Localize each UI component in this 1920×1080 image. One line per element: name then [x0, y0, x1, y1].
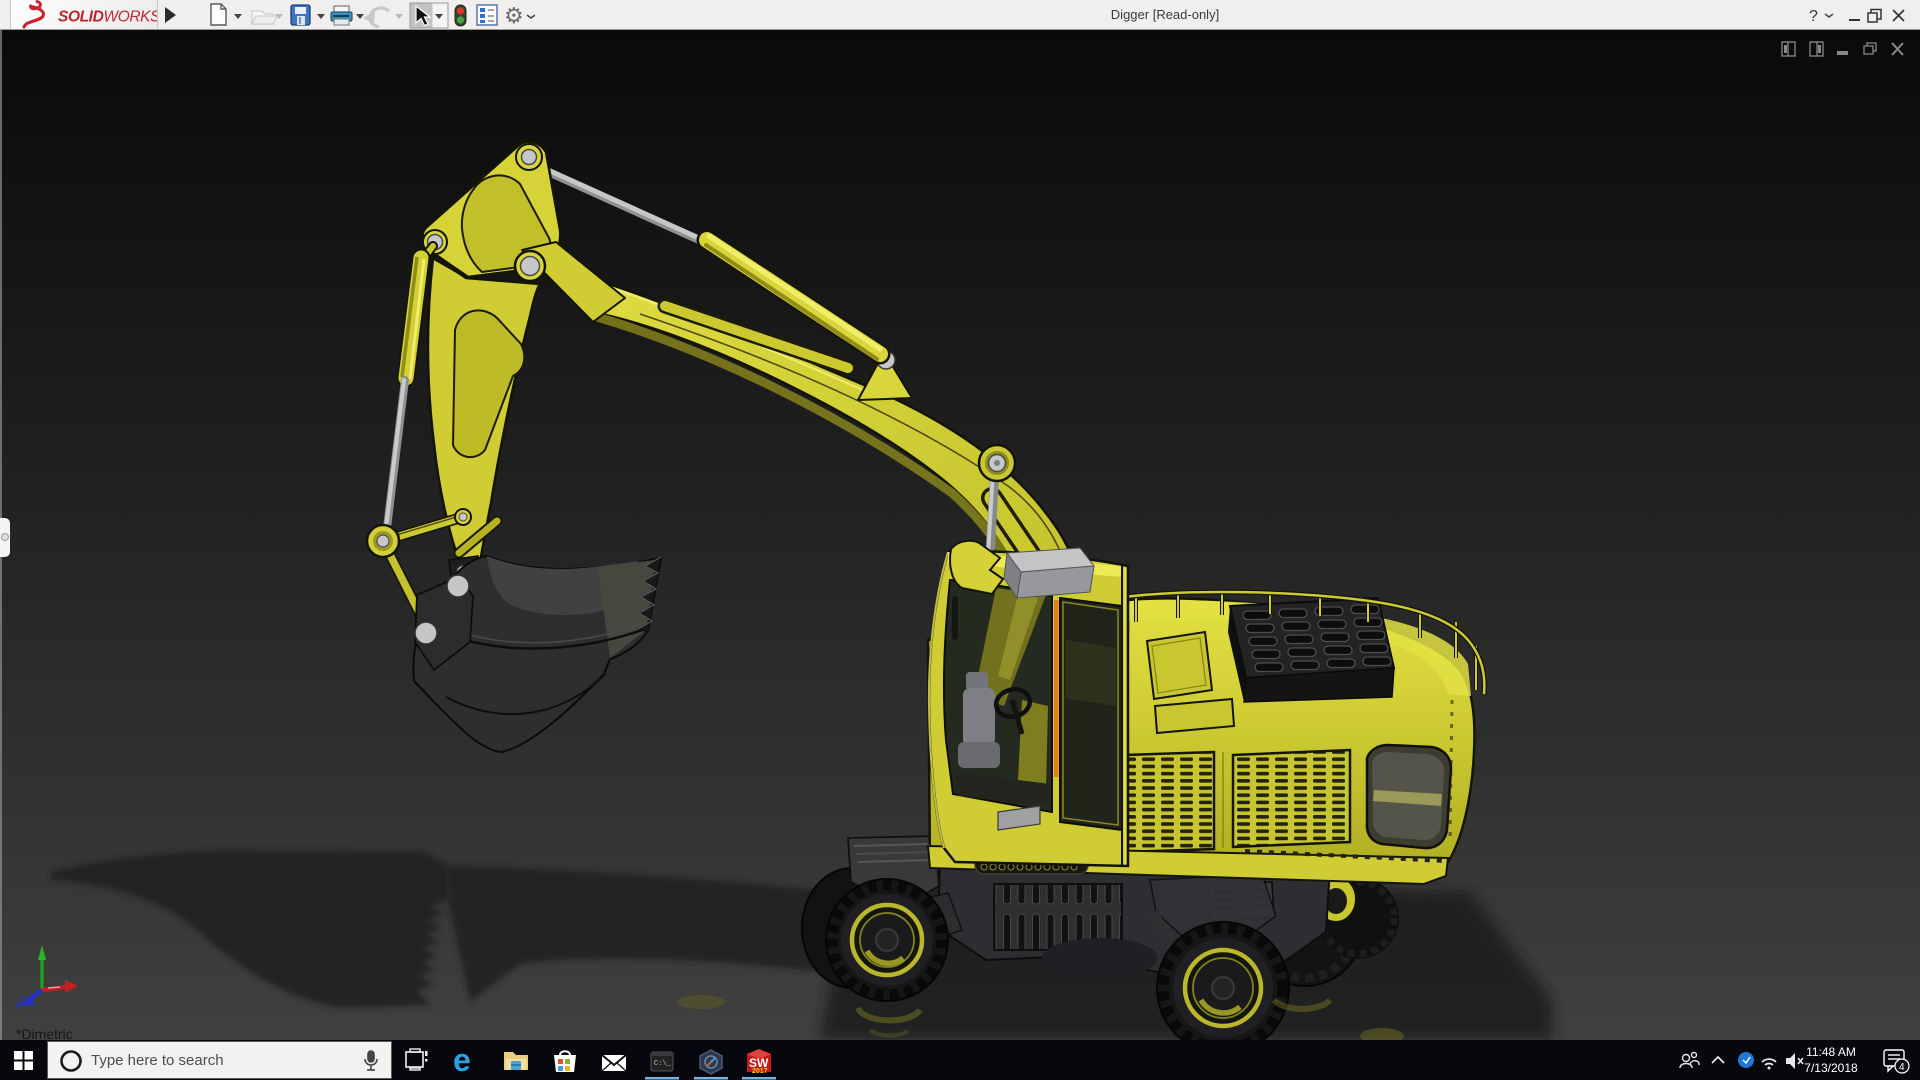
svg-text:WORKS: WORKS	[104, 9, 158, 26]
svg-text:C:\_: C:\_	[654, 1060, 672, 1068]
svg-text:SOLID: SOLID	[58, 9, 104, 26]
svg-text:⚙: ⚙	[504, 3, 524, 28]
svg-text:4: 4	[1899, 1062, 1905, 1073]
svg-text:2017: 2017	[752, 1068, 768, 1075]
svg-text:?: ?	[1809, 8, 1818, 25]
svg-text:e: e	[453, 1042, 471, 1078]
